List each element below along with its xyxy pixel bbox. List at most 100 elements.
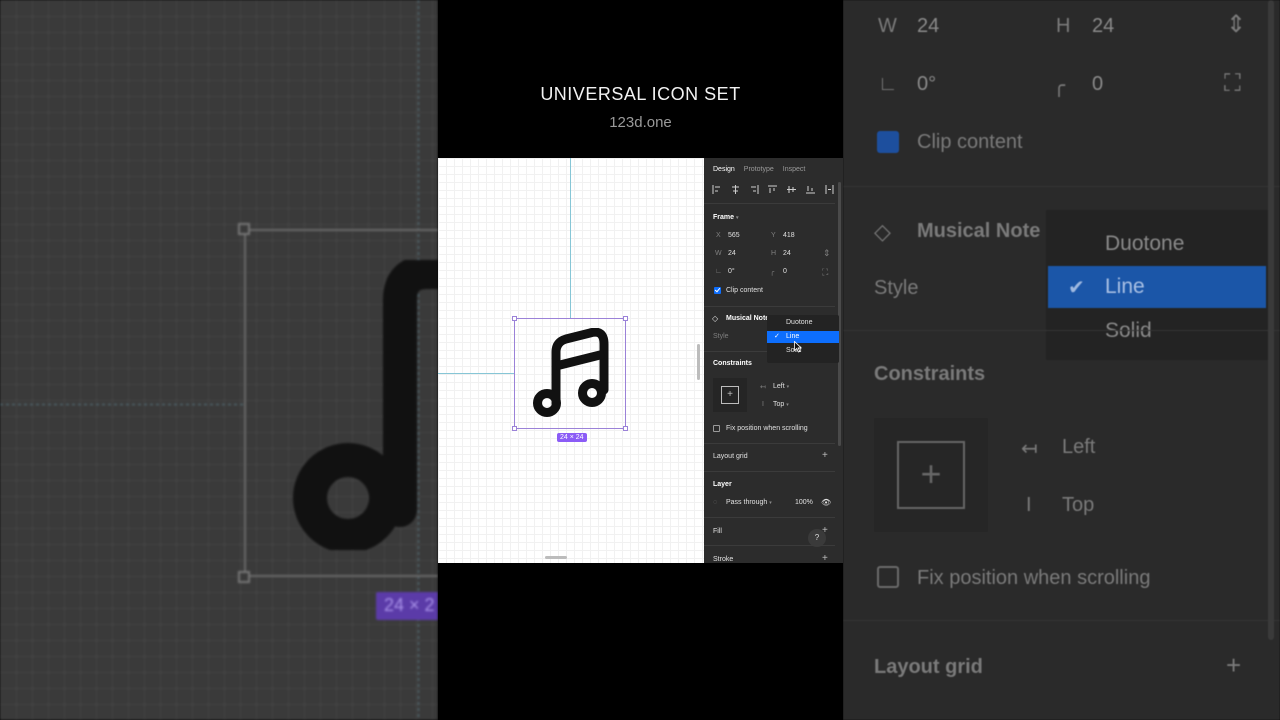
divider — [704, 306, 835, 307]
h-label: H — [771, 250, 777, 257]
horizontal-constraint-icon: ↤ — [1021, 438, 1038, 460]
vertical-constraint-icon: I — [762, 401, 764, 408]
radius-input[interactable]: 0 — [783, 268, 787, 275]
fix-position-checkbox[interactable] — [713, 425, 720, 432]
resize-handle[interactable] — [512, 316, 517, 321]
mouse-cursor-icon — [794, 341, 802, 353]
constraint-widget[interactable]: + — [713, 378, 747, 412]
align-horizontal-center-icon[interactable] — [731, 185, 740, 194]
size-badge: 24 × 24 — [557, 433, 587, 442]
resize-handle[interactable] — [623, 426, 628, 431]
clip-content-label: Clip content — [726, 287, 763, 294]
constrain-proportions-icon: ⇕ — [1226, 11, 1247, 38]
independent-corners-icon: ⛶ — [1224, 70, 1241, 97]
size-badge: 24 × 2 — [376, 592, 438, 620]
h-input[interactable]: 24 — [783, 250, 791, 257]
constrain-proportions-icon[interactable]: ⇕ — [823, 248, 831, 259]
clip-content-checkbox — [877, 131, 899, 153]
divider — [843, 620, 1280, 621]
layout-grid-label: Layout grid — [713, 453, 748, 460]
tab-design[interactable]: Design — [713, 166, 735, 173]
vertical-constraint-icon: I — [1026, 494, 1032, 516]
add-layout-grid-icon[interactable]: + — [822, 451, 828, 461]
x-label: X — [716, 232, 721, 239]
menu-option: Solid — [1105, 319, 1152, 342]
rotation-icon: ∟ — [715, 268, 722, 275]
align-vertical-center-icon[interactable] — [787, 185, 797, 194]
style-menu: Duotone ✔ Line Solid — [1046, 210, 1268, 360]
h-label: H — [1056, 15, 1071, 37]
distribute-icon[interactable] — [825, 185, 834, 194]
add-stroke-icon[interactable]: + — [822, 554, 828, 564]
vertical-constraint-select[interactable]: Top ▾ — [773, 401, 789, 408]
divider — [704, 517, 835, 518]
stroke-label: Stroke — [713, 556, 734, 563]
alignment-toolbar — [712, 185, 834, 194]
vertical-constraint: Top — [1062, 494, 1095, 516]
musical-note-icon — [293, 260, 438, 550]
scrollbar — [1268, 0, 1274, 640]
align-bottom-icon[interactable] — [806, 185, 816, 194]
blend-mode-select[interactable]: Pass through ▾ — [726, 499, 772, 506]
fix-position-label: Fix position when scrolling — [726, 425, 808, 432]
guide-line — [570, 158, 571, 318]
guide-line — [438, 373, 515, 374]
menu-option-line[interactable]: ✓ Line — [767, 331, 839, 343]
h-value: 24 — [1092, 15, 1115, 37]
menu-option-solid[interactable]: Solid — [767, 345, 839, 357]
panel-tabs: Design Prototype Inspect — [713, 166, 805, 173]
vertical-scrollbar[interactable] — [697, 344, 700, 380]
corner-radius-icon: ╭ — [770, 269, 775, 276]
constraint-widget: + — [874, 418, 988, 532]
align-top-icon[interactable] — [768, 185, 778, 194]
page-title: UNIVERSAL ICON SET — [540, 84, 741, 104]
menu-option: Line — [1105, 275, 1145, 298]
clip-content-checkbox[interactable] — [714, 287, 721, 294]
blend-mode-icon: ◌ — [713, 499, 718, 506]
w-label: W — [878, 15, 897, 37]
check-icon: ✔ — [1068, 277, 1085, 299]
resize-handle — [238, 223, 250, 235]
tab-prototype[interactable]: Prototype — [744, 166, 774, 173]
check-icon: ✓ — [774, 333, 780, 340]
style-dropdown-menu: Duotone ✓ Line Solid — [767, 315, 839, 363]
divider — [704, 443, 835, 444]
divider — [843, 330, 1280, 331]
horizontal-constraint-icon: ↤ — [760, 384, 766, 391]
fill-label: Fill — [713, 528, 722, 535]
component-icon: ◇ — [874, 219, 891, 244]
divider — [704, 203, 835, 204]
plus-icon: + — [1226, 650, 1242, 680]
layout-grid-label: Layout grid — [874, 656, 983, 678]
musical-note-icon[interactable] — [530, 328, 612, 420]
x-input[interactable]: 565 — [728, 232, 740, 239]
zoomed-panel-backdrop: W 24 H 24 ⇕ ∟ 0° ╭ 0 ⛶ Clip content ◇ Mu… — [843, 0, 1280, 720]
horizontal-constraint-select[interactable]: Left ▾ — [773, 383, 789, 390]
fix-position-label: Fix position when scrolling — [917, 567, 1151, 589]
rotation-input[interactable]: 0° — [728, 268, 735, 275]
independent-corners-icon[interactable]: ⛶ — [822, 267, 828, 278]
w-input[interactable]: 24 — [728, 250, 736, 257]
resize-handle[interactable] — [512, 426, 517, 431]
divider — [704, 545, 835, 546]
fix-position-checkbox — [877, 566, 899, 588]
divider — [843, 186, 1280, 187]
tab-inspect[interactable]: Inspect — [783, 166, 806, 173]
guide-line — [0, 404, 245, 405]
horizontal-constraint: Left — [1062, 436, 1096, 458]
style-label: Style — [713, 333, 729, 340]
menu-option-selected: ✔ Line — [1048, 266, 1266, 308]
visibility-eye-icon[interactable]: 👁 — [821, 498, 831, 507]
divider — [704, 471, 835, 472]
design-canvas[interactable]: 24 × 24 — [438, 158, 704, 563]
resize-handle[interactable] — [623, 316, 628, 321]
layer-heading: Layer — [713, 481, 732, 488]
menu-option-duotone[interactable]: Duotone — [767, 317, 839, 329]
horizontal-scrollbar[interactable] — [545, 556, 567, 559]
align-left-icon[interactable] — [712, 185, 721, 194]
resize-handle — [238, 571, 250, 583]
align-right-icon[interactable] — [750, 185, 759, 194]
panel-scrollbar[interactable] — [838, 182, 841, 446]
y-input[interactable]: 418 — [783, 232, 795, 239]
opacity-input[interactable]: 100% — [795, 499, 813, 506]
